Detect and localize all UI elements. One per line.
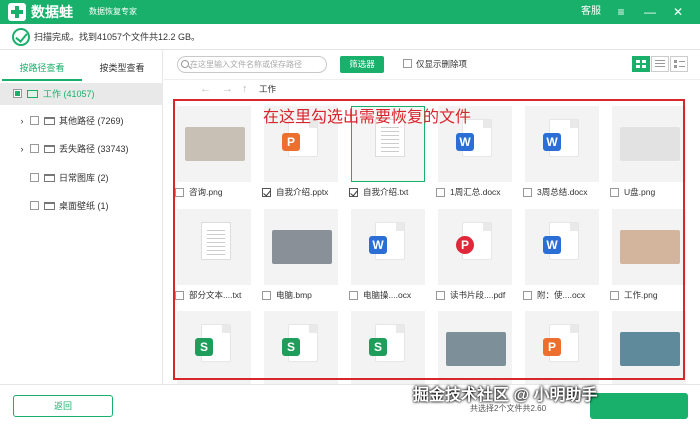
tree-item-work[interactable]: 工作 (41057) xyxy=(0,83,163,105)
tree-item-checkbox[interactable] xyxy=(30,201,39,210)
tree-item-label: 丢失路径 (33743) xyxy=(59,144,129,154)
tree-item-label: 日常图库 (2) xyxy=(59,173,109,183)
app-subtitle: 数据恢复专家 xyxy=(89,7,137,16)
tree-item-label: 其他路径 (7269) xyxy=(59,116,124,126)
back-arrow-icon[interactable]: ← xyxy=(200,82,211,96)
minimize-icon[interactable]: — xyxy=(640,2,660,22)
folder-icon xyxy=(44,117,55,125)
folder-icon xyxy=(44,202,55,210)
chevron-right-icon[interactable]: › xyxy=(17,110,27,132)
service-button[interactable]: 客服 xyxy=(576,2,606,22)
title-bar: 数据蛙 数据恢复专家 客服 ≡ — ✕ xyxy=(0,0,700,24)
path-bar: ← → ↑ 工作 xyxy=(164,80,700,98)
app-logo-icon xyxy=(8,3,26,21)
scan-status-text: 扫描完成。找到41057个文件共12.2 GB。 xyxy=(34,32,201,42)
annotation-text: 在这里勾选出需要恢复的文件 xyxy=(263,109,472,126)
file-toolbar: 在这里输入文件名称或保存路径 筛选器 仅显示删除项 xyxy=(164,50,700,80)
search-icon xyxy=(181,60,189,68)
tree-item-checkbox[interactable] xyxy=(30,144,39,153)
tree-item-checkbox[interactable] xyxy=(30,116,39,125)
tree-item-daily-gallery[interactable]: 日常图库 (2) xyxy=(0,167,163,189)
tree-item-label: 工作 (41057) xyxy=(43,89,95,99)
tree-item-desktop-wallpaper[interactable]: 桌面壁纸 (1) xyxy=(0,195,163,217)
chevron-right-icon[interactable]: › xyxy=(17,138,27,160)
drive-icon xyxy=(27,90,38,98)
sidebar: 按路径查看 按类型查看 工作 (41057) › 其他路径 (7269) › 丢… xyxy=(0,50,163,384)
grid-view-icon[interactable] xyxy=(632,56,650,72)
annotation-frame xyxy=(173,99,685,380)
menu-icon[interactable]: ≡ xyxy=(611,2,631,22)
back-button[interactable]: 返回 xyxy=(13,395,113,417)
app-name: 数据蛙 xyxy=(31,4,73,20)
search-input[interactable]: 在这里输入文件名称或保存路径 xyxy=(177,56,327,73)
forward-arrow-icon[interactable]: → xyxy=(222,82,233,96)
folder-icon xyxy=(44,174,55,182)
tab-by-path[interactable]: 按路径查看 xyxy=(2,60,82,81)
list-view-icon[interactable] xyxy=(651,56,669,72)
recover-button[interactable] xyxy=(590,393,688,419)
detail-view-icon[interactable] xyxy=(670,56,688,72)
current-path: 工作 xyxy=(259,84,277,94)
deleted-only-label: 仅显示删除项 xyxy=(416,59,468,69)
filter-button[interactable]: 筛选器 xyxy=(340,56,384,73)
search-placeholder: 在这里输入文件名称或保存路径 xyxy=(190,60,302,69)
tree-item-lost-paths[interactable]: › 丢失路径 (33743) xyxy=(0,138,163,160)
tab-by-type[interactable]: 按类型查看 xyxy=(82,60,162,79)
scan-status-bar: 扫描完成。找到41057个文件共12.2 GB。 xyxy=(0,24,700,50)
tree-item-checkbox[interactable] xyxy=(30,173,39,182)
tree-item-checkbox[interactable] xyxy=(13,89,22,98)
deleted-only-checkbox[interactable] xyxy=(403,59,412,68)
watermark-text: 掘金技术社区 @ 小明助手 xyxy=(413,387,598,404)
folder-icon xyxy=(44,145,55,153)
up-arrow-icon[interactable]: ↑ xyxy=(242,82,248,96)
tree-item-other-paths[interactable]: › 其他路径 (7269) xyxy=(0,110,163,132)
scan-complete-icon xyxy=(12,28,30,46)
tree-item-label: 桌面壁纸 (1) xyxy=(59,201,109,211)
close-icon[interactable]: ✕ xyxy=(668,2,688,22)
